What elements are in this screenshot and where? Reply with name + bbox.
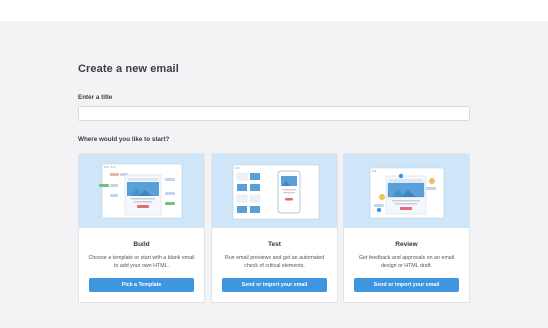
test-card[interactable]: Test Run email previews and get an autom… (211, 153, 338, 303)
review-card-title: Review (395, 241, 418, 248)
page-title: Create a new email (78, 63, 179, 75)
build-card[interactable]: Build Choose a template or start with a … (78, 153, 205, 303)
build-illustration (79, 154, 204, 228)
test-card-description: Run email previews and get an automated … (224, 255, 325, 269)
review-illustration (344, 154, 469, 228)
test-card-title: Test (268, 241, 281, 248)
review-card-description: Get feedback and approvals on an email d… (358, 255, 455, 269)
top-bar (0, 0, 548, 21)
title-field-label: Enter a title (78, 94, 113, 101)
review-send-import-button[interactable]: Send or import your email (354, 278, 459, 292)
test-illustration (212, 154, 337, 228)
title-input[interactable] (78, 106, 470, 121)
review-card[interactable]: Review Get feedback and approvals on an … (343, 153, 470, 303)
test-send-import-button[interactable]: Send or import your email (222, 278, 327, 292)
build-card-title: Build (133, 241, 150, 248)
pick-template-button[interactable]: Pick a Template (89, 278, 194, 292)
start-question: Where would you like to start? (78, 136, 170, 143)
build-card-description: Choose a template or start with a blank … (88, 255, 195, 269)
